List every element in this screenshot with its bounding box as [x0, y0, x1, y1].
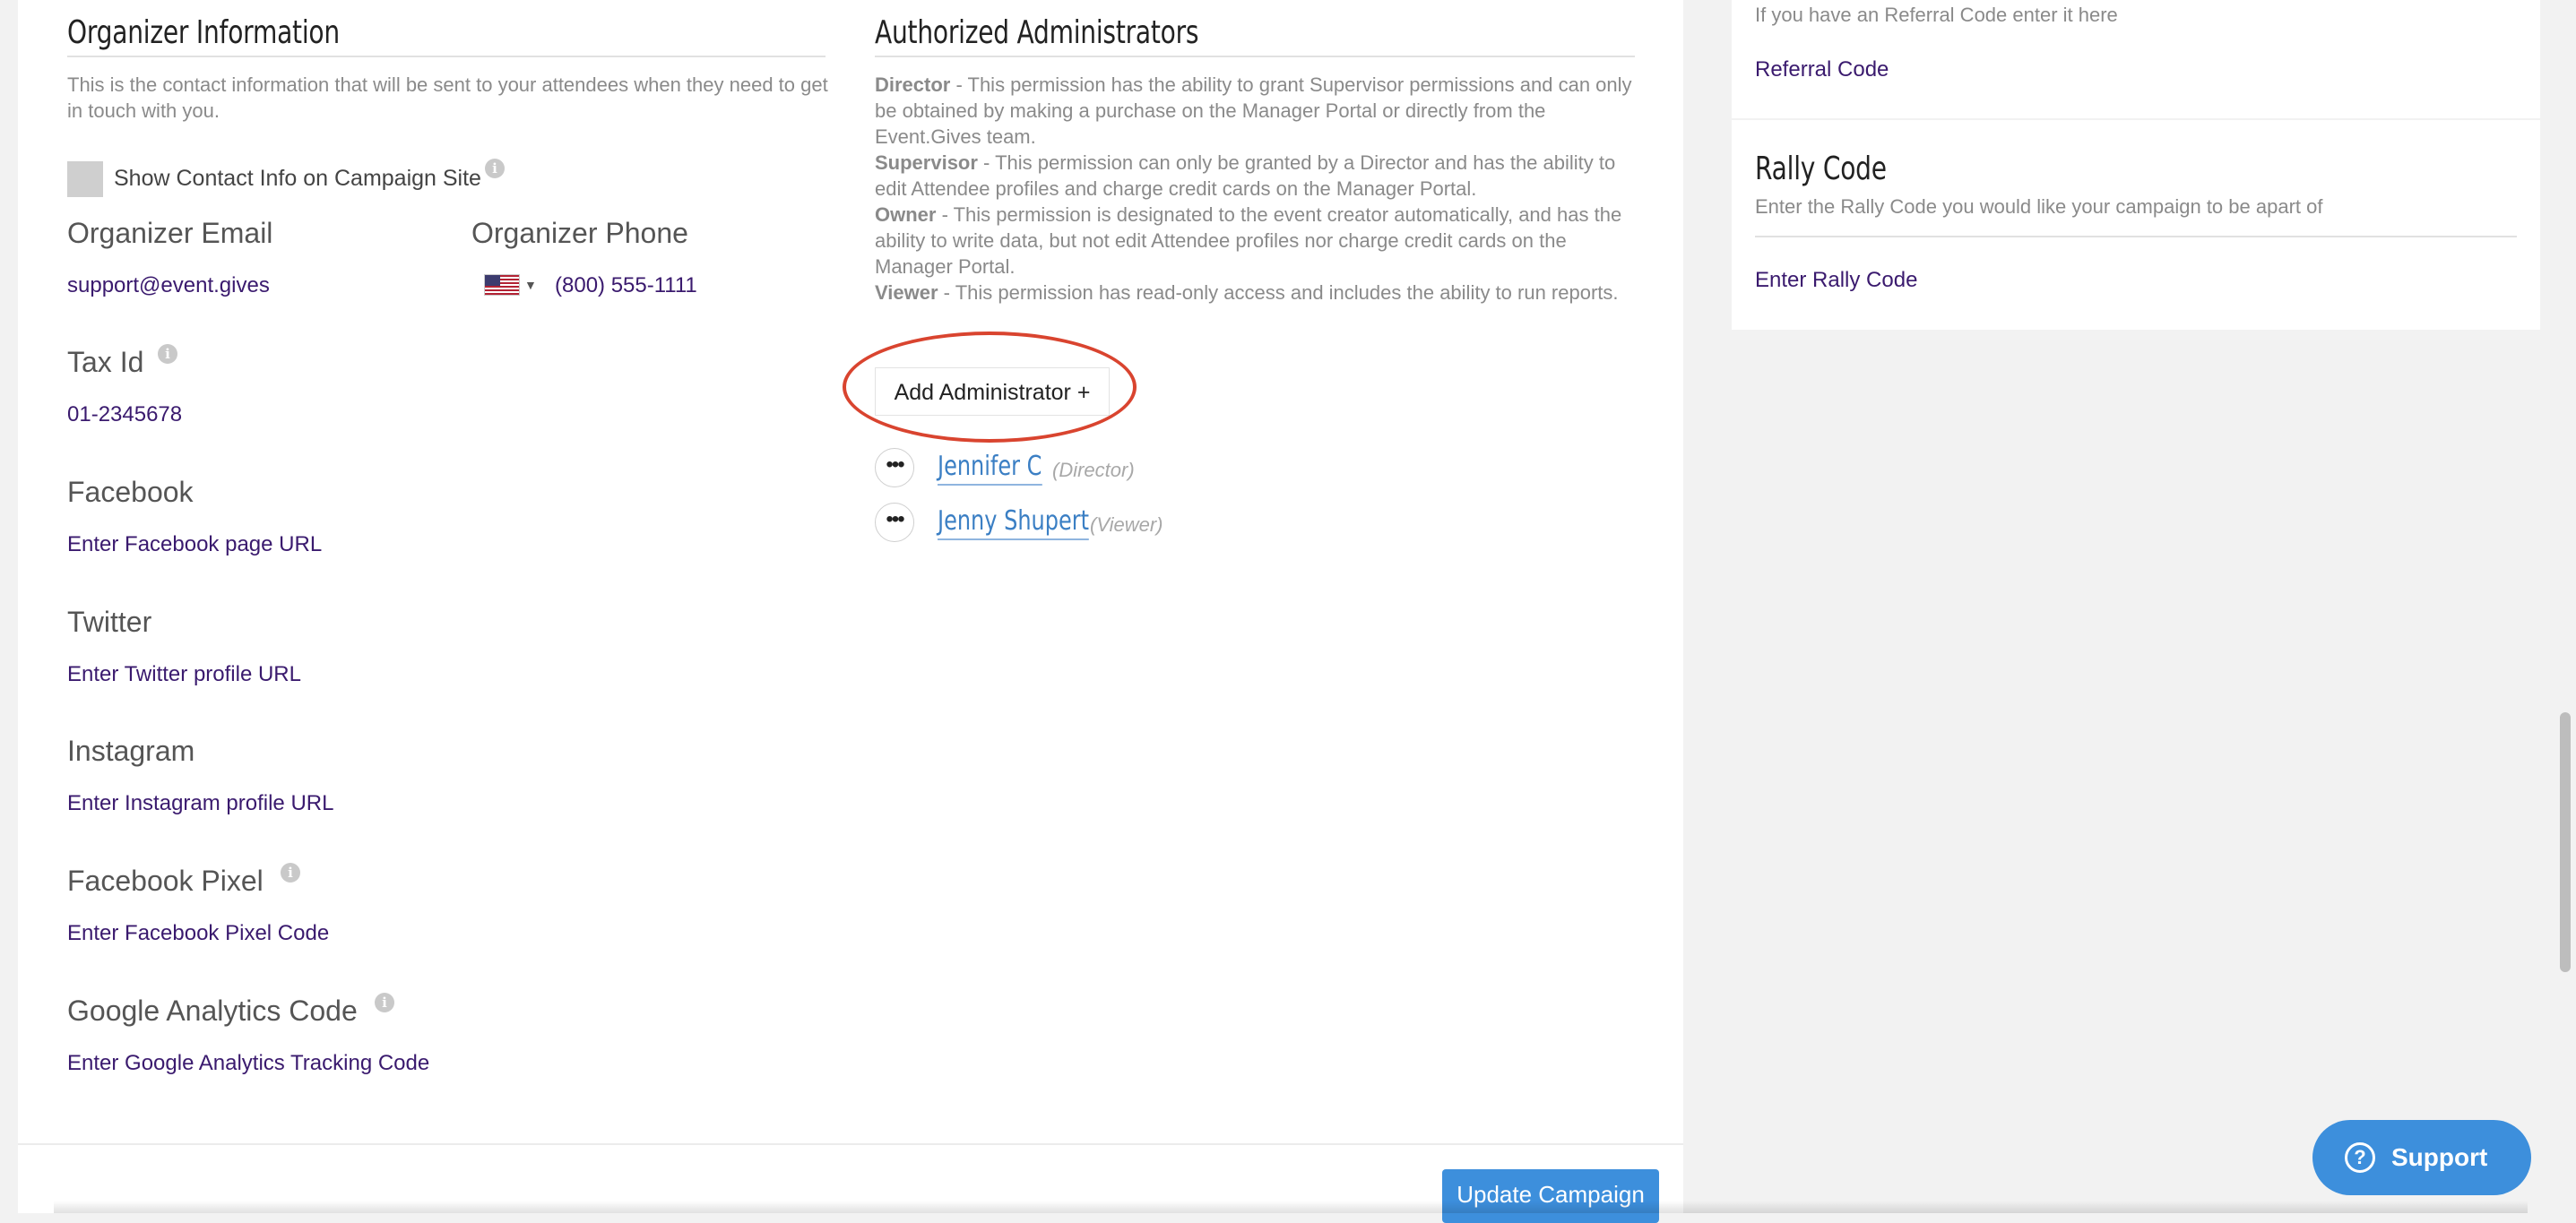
us-flag-icon[interactable]: [484, 274, 520, 296]
admin-role: (Viewer): [1090, 513, 1163, 536]
admin-role: (Director): [1052, 459, 1135, 481]
organizer-heading-rule: [67, 56, 826, 57]
permission-viewer: Viewer - This permission has read-only a…: [875, 281, 1619, 304]
admins-heading-rule: [875, 56, 1635, 57]
admin-options-button[interactable]: •••: [875, 503, 914, 542]
facebook-pixel-input[interactable]: Enter Facebook Pixel Code: [67, 921, 329, 946]
twitter-label: Twitter: [67, 606, 152, 638]
add-administrator-button[interactable]: Add Administrator +: [875, 367, 1110, 416]
google-analytics-input[interactable]: Enter Google Analytics Tracking Code: [67, 1051, 429, 1076]
twitter-url-input[interactable]: Enter Twitter profile URL: [67, 662, 301, 687]
organizer-phone-label: Organizer Phone: [471, 217, 688, 249]
bottom-shadow: [54, 1201, 2528, 1213]
referral-code-input[interactable]: Referral Code: [1755, 57, 1889, 82]
admin-options-button[interactable]: •••: [875, 448, 914, 487]
tax-id-label: Tax Id: [67, 346, 144, 378]
tax-id-field[interactable]: 01-2345678: [67, 402, 182, 427]
admin-name-link[interactable]: Jennifer C: [938, 451, 1042, 486]
info-icon[interactable]: i: [158, 344, 177, 364]
chevron-down-icon[interactable]: ▼: [524, 278, 537, 292]
info-icon[interactable]: i: [485, 159, 505, 178]
rally-code-rule: [1755, 236, 2517, 237]
scrollbar-thumb[interactable]: [2560, 712, 2571, 972]
rally-code-heading: Rally Code: [1755, 151, 1887, 187]
instagram-url-input[interactable]: Enter Instagram profile URL: [67, 791, 333, 816]
organizer-info-heading: Organizer Information: [67, 14, 340, 51]
permission-descriptions: Director - This permission has the abili…: [875, 72, 1637, 306]
question-circle-icon: ?: [2345, 1142, 2375, 1173]
support-label: Support: [2391, 1143, 2488, 1171]
facebook-url-input[interactable]: Enter Facebook page URL: [67, 532, 322, 557]
authorized-admins-heading: Authorized Administrators: [875, 14, 1199, 51]
instagram-label: Instagram: [67, 735, 195, 767]
rally-code-description: Enter the Rally Code you would like your…: [1755, 195, 2323, 218]
organizer-phone-field[interactable]: (800) 555-1111: [555, 273, 697, 298]
organizer-description: This is the contact information that wil…: [67, 73, 828, 122]
ellipsis-icon: •••: [886, 452, 904, 477]
admin-name-link[interactable]: Jenny Shupert: [938, 505, 1090, 540]
permission-owner: Owner - This permission is designated to…: [875, 203, 1622, 278]
info-icon[interactable]: i: [281, 863, 300, 883]
organizer-email-field[interactable]: support@event.gives: [67, 273, 270, 298]
facebook-label: Facebook: [67, 476, 194, 508]
rally-code-input[interactable]: Enter Rally Code: [1755, 268, 1917, 293]
update-campaign-button[interactable]: Update Campaign: [1442, 1169, 1659, 1223]
facebook-pixel-label: Facebook Pixel: [67, 865, 264, 897]
permission-director: Director - This permission has the abili…: [875, 73, 1632, 148]
ellipsis-icon: •••: [886, 507, 904, 531]
show-contact-checkbox[interactable]: [67, 161, 103, 197]
referral-hint: If you have an Referral Code enter it he…: [1755, 4, 2118, 26]
footer-divider: [18, 1143, 1683, 1145]
info-icon[interactable]: i: [375, 993, 394, 1012]
permission-supervisor: Supervisor - This permission can only be…: [875, 151, 1616, 200]
support-button[interactable]: ? Support: [2312, 1120, 2531, 1195]
google-analytics-label: Google Analytics Code: [67, 995, 358, 1027]
show-contact-label: Show Contact Info on Campaign Site: [114, 166, 481, 191]
organizer-email-label: Organizer Email: [67, 217, 273, 249]
